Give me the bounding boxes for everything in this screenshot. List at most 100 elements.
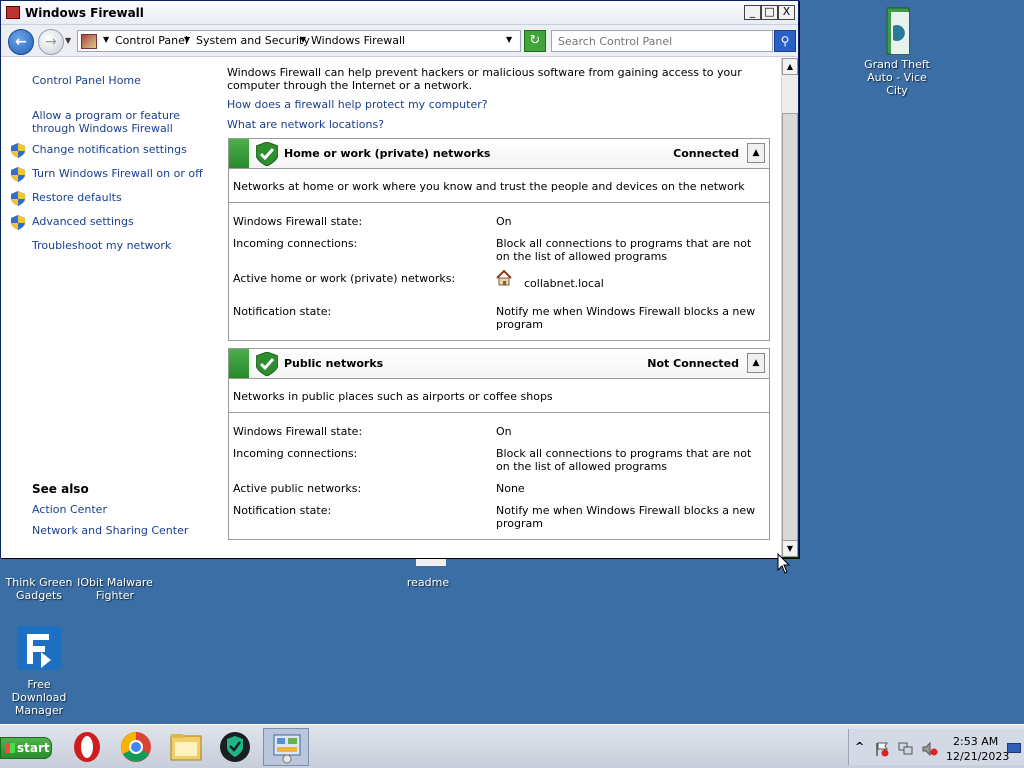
desktop-icon-label: Grand Theft Auto - Vice City: [864, 58, 930, 97]
active-networks-label: Active home or work (private) networks:: [233, 272, 456, 285]
network-locations-link[interactable]: What are network locations?: [227, 118, 384, 131]
uac-shield-icon: [11, 215, 25, 230]
breadcrumb-windows-firewall[interactable]: Windows Firewall: [311, 34, 405, 47]
recent-pages-chevron-icon[interactable]: ▼: [65, 36, 71, 45]
uac-shield-icon: [11, 191, 25, 206]
control-panel-home-link[interactable]: Control Panel Home: [32, 74, 141, 87]
see-also-heading: See also: [32, 482, 89, 496]
notification-state-label: Notification state:: [233, 305, 332, 318]
active-networks-value: None: [496, 482, 525, 495]
scroll-up-icon[interactable]: ▲: [782, 58, 798, 75]
desktop-icon-label: readme: [406, 576, 450, 589]
desktop-icon-fdm[interactable]: Free Download Manager: [0, 626, 78, 717]
collapse-chevron-icon[interactable]: ▲: [747, 143, 765, 163]
firewall-state-value: On: [496, 425, 512, 438]
clock-date[interactable]: 12/21/2023: [946, 750, 1009, 763]
firewall-help-link[interactable]: How does a firewall help protect my comp…: [227, 98, 488, 111]
taskbar-iobit[interactable]: [212, 728, 258, 766]
show-desktop-button[interactable]: [1007, 743, 1021, 753]
incoming-connections-value: Block all connections to programs that a…: [496, 237, 752, 263]
firewall-shield-check-icon: [256, 352, 278, 376]
intro-text: Windows Firewall can help prevent hacker…: [227, 66, 742, 92]
maximize-button[interactable]: □: [761, 5, 778, 20]
panel-description: Networks at home or work where you know …: [229, 169, 769, 203]
chrome-icon: [121, 732, 151, 762]
status-bar: [229, 349, 249, 378]
shield-icon: [220, 732, 250, 762]
panel-title: Home or work (private) networks: [284, 147, 491, 160]
close-button[interactable]: X: [778, 5, 795, 20]
taskbar-chrome[interactable]: [113, 728, 159, 766]
breadcrumb-control-panel[interactable]: Control Panel: [115, 34, 188, 47]
back-button[interactable]: ←: [8, 29, 34, 55]
desktop-icon-gta[interactable]: Grand Theft Auto - Vice City: [858, 6, 936, 97]
desktop-icon-label: Free Download Manager: [11, 678, 67, 717]
panel-header[interactable]: Home or work (private) networks Connecte…: [229, 139, 769, 169]
incoming-connections-label: Incoming connections:: [233, 237, 358, 250]
title-bar[interactable]: Windows Firewall _ □ X: [1, 1, 798, 25]
firewall-shield-check-icon: [256, 142, 278, 166]
search-icon[interactable]: ⚲: [774, 30, 796, 52]
window-title: Windows Firewall: [25, 6, 144, 20]
left-navigation: Control Panel Home Allow a program or fe…: [1, 58, 217, 558]
firewall-state-label: Windows Firewall state:: [233, 215, 363, 228]
start-label: start: [17, 741, 50, 755]
change-notification-link[interactable]: Change notification settings: [32, 143, 187, 156]
minimize-button[interactable]: _: [744, 5, 761, 20]
private-networks-panel: Home or work (private) networks Connecte…: [228, 138, 770, 341]
scroll-thumb[interactable]: [782, 113, 798, 541]
connection-status: Not Connected: [647, 357, 739, 370]
address-row: ← → ▼ ▼ Control Panel ▼ System and Secur…: [1, 25, 798, 57]
folder-icon: [873, 6, 921, 55]
active-networks-label: Active public networks:: [233, 482, 362, 495]
breadcrumb-chevron-icon[interactable]: ▼: [184, 35, 190, 44]
turn-firewall-on-off-link[interactable]: Turn Windows Firewall on or off: [32, 167, 203, 180]
troubleshoot-network-link[interactable]: Troubleshoot my network: [32, 239, 171, 252]
search-input[interactable]: [551, 30, 773, 52]
clock-time[interactable]: 2:53 AM: [953, 735, 998, 748]
taskbar-opera[interactable]: [64, 728, 110, 766]
vertical-scrollbar[interactable]: ▲ ▼: [781, 58, 798, 557]
home-network-icon: [496, 270, 512, 286]
address-bar[interactable]: ▼ Control Panel ▼ System and Security ▼ …: [77, 30, 521, 52]
desktop-icon-label: IObit Malware Fighter: [77, 576, 153, 602]
panel-header[interactable]: Public networks Not Connected ▲: [229, 349, 769, 379]
taskbar-explorer[interactable]: [163, 728, 209, 766]
action-center-link[interactable]: Action Center: [32, 503, 107, 516]
public-networks-panel: Public networks Not Connected ▲ Networks…: [228, 348, 770, 540]
advanced-settings-link[interactable]: Advanced settings: [32, 215, 134, 228]
taskbar-control-panel[interactable]: [263, 728, 309, 766]
desktop-icon-label: Think Green Gadgets: [5, 576, 73, 602]
panel-description: Networks in public places such as airpor…: [229, 379, 769, 413]
active-network-name: collabnet.local: [524, 277, 604, 290]
action-center-flag-icon[interactable]: [874, 741, 890, 757]
main-content: Windows Firewall can help prevent hacker…: [217, 58, 781, 558]
notification-state-value: Notify me when Windows Firewall blocks a…: [496, 504, 756, 530]
network-icon[interactable]: [898, 741, 914, 757]
uac-shield-icon: [11, 167, 25, 182]
status-bar: [229, 139, 249, 168]
network-sharing-center-link[interactable]: Network and Sharing Center: [32, 524, 188, 537]
breadcrumb-system-security[interactable]: System and Security: [196, 34, 310, 47]
notification-state-label: Notification state:: [233, 504, 332, 517]
refresh-button[interactable]: ↻: [524, 30, 546, 52]
volume-muted-icon[interactable]: [922, 741, 938, 757]
allow-program-link[interactable]: Allow a program or feature through Windo…: [32, 109, 182, 135]
connection-status: Connected: [673, 147, 739, 160]
firewall-state-label: Windows Firewall state:: [233, 425, 363, 438]
collapse-chevron-icon[interactable]: ▲: [747, 353, 765, 373]
windows-logo-icon: [5, 743, 15, 753]
mouse-cursor-icon: [777, 553, 791, 574]
forward-button[interactable]: →: [38, 29, 64, 55]
show-hidden-icons-button[interactable]: ^: [855, 740, 864, 753]
start-button[interactable]: start: [0, 737, 52, 759]
uac-shield-icon: [11, 143, 25, 158]
opera-icon: [74, 732, 100, 762]
breadcrumb-chevron-icon[interactable]: ▼: [103, 35, 109, 44]
control-panel-icon: [81, 34, 97, 49]
address-dropdown-icon[interactable]: ▼: [506, 35, 512, 44]
panel-title: Public networks: [284, 357, 384, 370]
restore-defaults-link[interactable]: Restore defaults: [32, 191, 122, 204]
notification-state-value: Notify me when Windows Firewall blocks a…: [496, 305, 756, 331]
breadcrumb-chevron-icon[interactable]: ▼: [300, 35, 306, 44]
